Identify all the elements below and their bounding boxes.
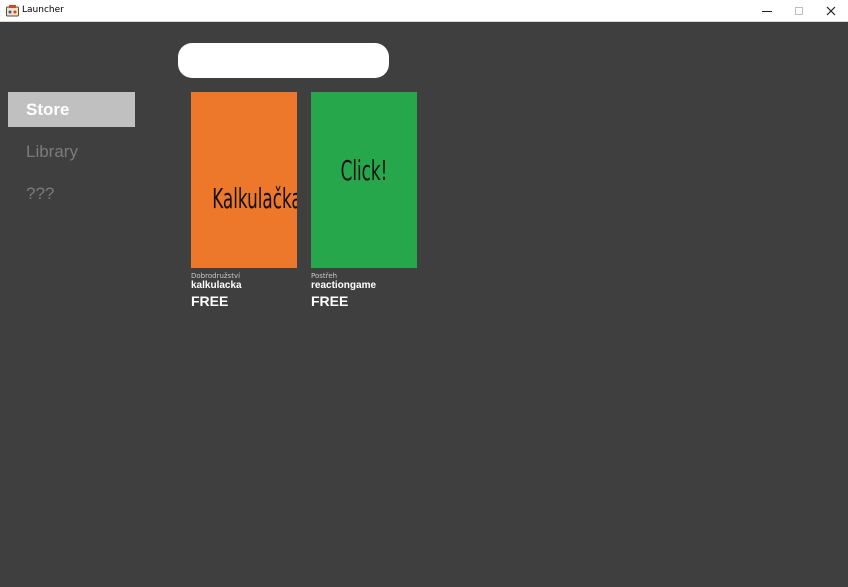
minimize-icon [762, 10, 772, 12]
search-input[interactable] [178, 43, 389, 78]
close-icon [826, 6, 836, 15]
game-price: FREE [191, 293, 229, 309]
game-price: FREE [311, 293, 349, 309]
game-cover[interactable]: Kalkulačka [191, 92, 297, 268]
game-cover-title: Kalkulačka [212, 182, 297, 215]
sidebar-item-library[interactable]: Library [8, 134, 135, 169]
game-name: kalkulacka [191, 280, 242, 291]
game-genre: Postřeh [311, 272, 338, 280]
maximize-icon [795, 6, 803, 15]
close-button[interactable] [815, 0, 847, 21]
app-content: Store Library ??? Kalkulačka Dobrodružst… [0, 22, 848, 587]
sidebar-item-store[interactable]: Store [8, 92, 135, 127]
game-genre: Dobrodružství [191, 272, 241, 280]
app-icon [6, 5, 19, 17]
sidebar-item-label: Store [26, 100, 70, 119]
sidebar-item-unknown[interactable]: ??? [8, 176, 135, 211]
game-name: reactiongame [311, 280, 377, 291]
game-cover-title: Click! [340, 154, 388, 187]
window-title: Launcher [22, 5, 64, 15]
sidebar-item-label: ??? [26, 184, 55, 203]
sidebar-item-label: Library [26, 142, 78, 161]
game-cover[interactable]: Click! [311, 92, 417, 268]
minimize-button[interactable] [751, 0, 783, 21]
window-titlebar: Launcher [0, 0, 848, 22]
maximize-button[interactable] [783, 0, 815, 21]
